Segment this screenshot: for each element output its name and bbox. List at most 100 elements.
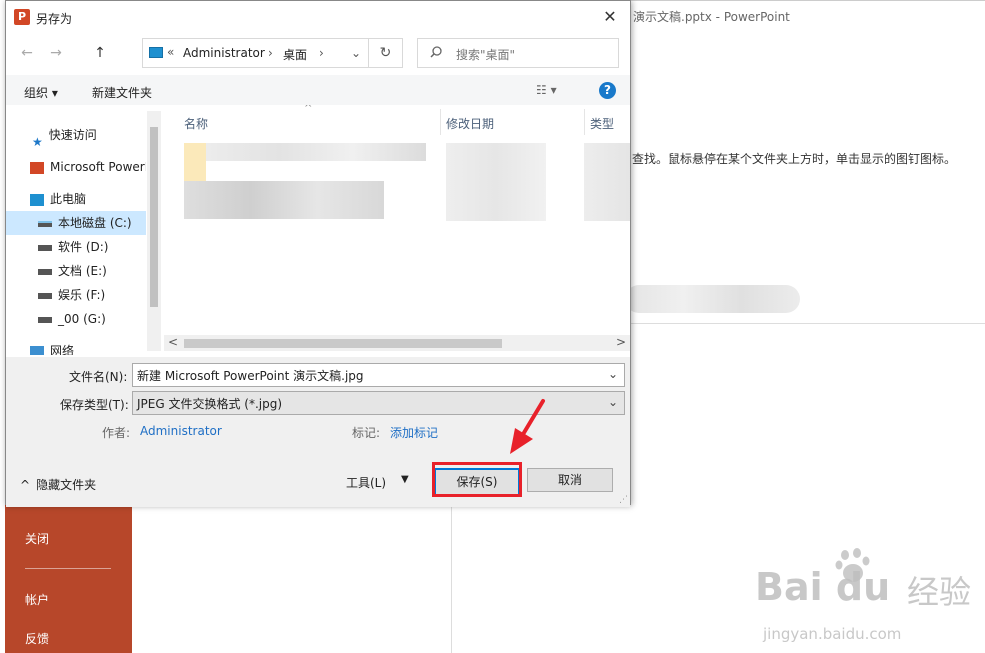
help-icon[interactable]: ? — [599, 82, 616, 99]
save-button-highlight — [432, 462, 522, 497]
sidebar-item-account[interactable]: 帐户 — [25, 591, 49, 608]
nav-item-this-pc[interactable]: 此电脑 — [6, 187, 146, 211]
drive-icon — [38, 220, 52, 227]
computer-icon — [149, 47, 163, 58]
close-button[interactable]: ✕ — [598, 5, 622, 29]
view-options-icon[interactable]: ☷ ▾ — [536, 83, 557, 97]
cancel-button[interactable]: 取消 — [527, 468, 613, 492]
nav-label: 此电脑 — [50, 192, 87, 206]
pane-divider — [451, 505, 452, 653]
filename-label: 文件名(N): — [69, 370, 128, 384]
navigation-pane: ★ 快速访问 Microsoft PowerPoint 此电脑 本地磁盘 (C:)… — [6, 105, 162, 355]
column-divider[interactable] — [584, 109, 585, 135]
chevron-down-icon[interactable]: ⌄ — [608, 395, 618, 409]
window-title: 演示文稿.pptx - PowerPoint — [633, 10, 790, 24]
address-overflow[interactable]: « — [167, 45, 174, 59]
chevron-down-icon[interactable]: ⌄ — [608, 367, 618, 381]
file-list: ^ 名称 修改日期 类型 < > — [164, 105, 630, 355]
nav-label: _00 (G:) — [58, 312, 106, 326]
scroll-left-icon[interactable]: < — [168, 335, 178, 349]
command-bar: 组织 ▾ 新建文件夹 ☷ ▾ ? — [6, 75, 630, 105]
nav-label: 网络 — [50, 344, 75, 355]
column-header-name[interactable]: 名称 — [184, 115, 208, 132]
baidu-watermark: Bai du 经验 jingyan.baidu.com — [755, 545, 980, 645]
watermark-url: jingyan.baidu.com — [763, 625, 902, 643]
scroll-right-icon[interactable]: > — [616, 335, 626, 349]
folder-icon — [184, 143, 206, 183]
nav-label: Microsoft PowerPoint — [50, 160, 146, 174]
filetype-select[interactable]: JPEG 文件交换格式 (*.jpg) ⌄ — [132, 391, 625, 415]
search-input[interactable]: 搜索"桌面" — [417, 38, 619, 68]
watermark-logo: Bai du — [755, 565, 891, 609]
section-divider — [630, 323, 985, 324]
chevron-down-icon[interactable]: ⌄ — [351, 46, 361, 60]
back-button[interactable]: ← — [17, 43, 37, 63]
caret-down-icon[interactable]: ▼ — [401, 474, 409, 485]
scroll-thumb[interactable] — [184, 339, 502, 348]
address-bar[interactable]: « Administrator › 桌面 › ⌄ — [142, 38, 369, 68]
nav-label: 娱乐 (F:) — [58, 288, 106, 302]
blurred-type — [584, 143, 630, 221]
chevron-right-icon[interactable]: › — [319, 46, 324, 60]
drive-icon — [38, 292, 52, 299]
powerpoint-icon: P — [14, 9, 30, 25]
new-folder-button[interactable]: 新建文件夹 — [92, 84, 152, 101]
hide-folders-toggle[interactable]: ^ 隐藏文件夹 — [20, 476, 96, 493]
filename-field[interactable]: 新建 Microsoft PowerPoint 演示文稿.jpg ⌄ — [132, 363, 625, 387]
nav-label: 快速访问 — [48, 128, 97, 142]
pin-hint-text: 查找。鼠标悬停在某个文件夹上方时，单击显示的图钉图标。 — [632, 152, 957, 166]
chevron-right-icon[interactable]: › — [268, 46, 273, 60]
forward-button[interactable]: → — [46, 43, 66, 63]
filetype-value: JPEG 文件交换格式 (*.jpg) — [137, 397, 283, 411]
nav-item-drive-d[interactable]: 软件 (D:) — [6, 235, 146, 259]
nav-label: 软件 (D:) — [58, 240, 109, 254]
sidebar-item-close[interactable]: 关闭 — [25, 530, 49, 547]
chevron-up-icon: ^ — [20, 478, 31, 492]
sort-ascending-icon: ^ — [304, 105, 313, 114]
column-header-type[interactable]: 类型 — [590, 115, 614, 132]
author-label: 作者: — [102, 426, 131, 440]
blurred-filename — [184, 181, 384, 219]
author-value[interactable]: Administrator — [140, 424, 222, 438]
scroll-thumb[interactable] — [150, 127, 158, 307]
nav-item-drive-e[interactable]: 文档 (E:) — [6, 259, 146, 283]
nav-item-network[interactable]: 网络 — [6, 339, 146, 355]
organize-menu[interactable]: 组织 ▾ — [24, 84, 58, 101]
blurred-filename — [206, 143, 426, 161]
star-icon: ★ — [32, 134, 43, 148]
nav-item-drive-g[interactable]: _00 (G:) — [6, 307, 146, 331]
sidebar-divider — [25, 568, 111, 569]
resize-grip[interactable]: ⋰ — [619, 495, 628, 505]
dialog-title: 另存为 — [36, 12, 73, 26]
search-placeholder: 搜索"桌面" — [456, 48, 516, 62]
nav-item-powerpoint[interactable]: Microsoft PowerPoint — [6, 155, 146, 179]
add-tags-link[interactable]: 添加标记 — [390, 424, 438, 441]
dialog-titlebar: P 另存为 ✕ — [6, 1, 630, 33]
nav-item-drive-c[interactable]: 本地磁盘 (C:) — [6, 211, 146, 235]
hide-folders-label: 隐藏文件夹 — [36, 478, 97, 492]
nav-label: 文档 (E:) — [58, 264, 107, 278]
powerpoint-icon — [30, 161, 44, 174]
refresh-button[interactable]: ↻ — [369, 38, 403, 68]
column-header-date[interactable]: 修改日期 — [446, 115, 494, 132]
drive-icon — [38, 316, 52, 323]
blurred-date — [446, 143, 546, 221]
drive-icon — [38, 244, 52, 251]
table-row[interactable] — [180, 141, 427, 221]
horizontal-scrollbar[interactable]: < > — [164, 335, 630, 351]
tools-menu[interactable]: 工具(L) — [346, 474, 386, 491]
tags-label: 标记: — [352, 426, 381, 440]
breadcrumb-administrator[interactable]: Administrator — [183, 46, 265, 60]
nav-item-quick-access[interactable]: ★ 快速访问 — [6, 123, 146, 147]
breadcrumb-desktop[interactable]: 桌面 — [283, 46, 307, 63]
up-button[interactable]: ↑ — [90, 43, 110, 63]
drive-icon — [38, 268, 52, 275]
sidebar-item-feedback[interactable]: 反馈 — [25, 630, 49, 647]
computer-icon — [30, 193, 44, 206]
watermark-jingyan: 经验 — [907, 573, 972, 611]
nav-item-drive-f[interactable]: 娱乐 (F:) — [6, 283, 146, 307]
column-divider[interactable] — [440, 109, 441, 135]
nav-scrollbar[interactable] — [147, 111, 161, 351]
blurred-item — [625, 285, 800, 313]
nav-label: 本地磁盘 (C:) — [58, 216, 132, 230]
